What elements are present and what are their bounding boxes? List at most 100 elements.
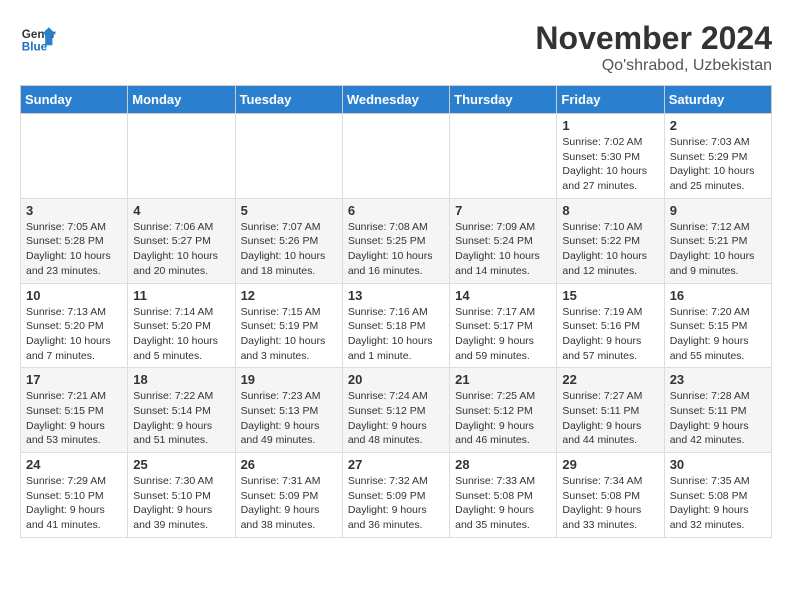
weekday-header-row: SundayMondayTuesdayWednesdayThursdayFrid…	[21, 86, 772, 114]
calendar-cell: 30 Sunrise: 7:35 AM Sunset: 5:08 PM Dayli…	[664, 453, 771, 538]
day-number: 18	[133, 372, 229, 387]
day-number: 25	[133, 457, 229, 472]
calendar-cell: 21Sunrise: 7:25 AM Sunset: 5:12 PM Dayli…	[450, 368, 557, 453]
calendar-week-1: 1Sunrise: 7:02 AM Sunset: 5:30 PM Daylig…	[21, 114, 772, 199]
day-number: 3	[26, 203, 122, 218]
day-info: Sunrise: 7:03 AM Sunset: 5:29 PM Dayligh…	[670, 135, 766, 194]
calendar-cell: 16 Sunrise: 7:20 AM Sunset: 5:15 PM Dayli…	[664, 283, 771, 368]
calendar-cell: 23 Sunrise: 7:28 AM Sunset: 5:11 PM Dayli…	[664, 368, 771, 453]
calendar-cell: 1Sunrise: 7:02 AM Sunset: 5:30 PM Daylig…	[557, 114, 664, 199]
calendar-cell: 2 Sunrise: 7:03 AM Sunset: 5:29 PM Daylig…	[664, 114, 771, 199]
day-number: 11	[133, 288, 229, 303]
weekday-saturday: Saturday	[664, 86, 771, 114]
day-info: Sunrise: 7:05 AM Sunset: 5:28 PM Dayligh…	[26, 220, 122, 279]
day-info: Sunrise: 7:24 AM Sunset: 5:12 PM Dayligh…	[348, 389, 444, 448]
calendar-cell	[342, 114, 449, 199]
calendar-cell	[235, 114, 342, 199]
calendar-cell: 20Sunrise: 7:24 AM Sunset: 5:12 PM Dayli…	[342, 368, 449, 453]
day-info: Sunrise: 7:30 AM Sunset: 5:10 PM Dayligh…	[133, 474, 229, 533]
day-number: 24	[26, 457, 122, 472]
day-number: 22	[562, 372, 658, 387]
day-number: 16	[670, 288, 766, 303]
day-number: 14	[455, 288, 551, 303]
calendar-cell: 5 Sunrise: 7:07 AM Sunset: 5:26 PM Daylig…	[235, 198, 342, 283]
day-info: Sunrise: 7:32 AM Sunset: 5:09 PM Dayligh…	[348, 474, 444, 533]
calendar-table: SundayMondayTuesdayWednesdayThursdayFrid…	[20, 85, 772, 538]
day-info: Sunrise: 7:34 AM Sunset: 5:08 PM Dayligh…	[562, 474, 658, 533]
day-number: 1	[562, 118, 658, 133]
day-info: Sunrise: 7:09 AM Sunset: 5:24 PM Dayligh…	[455, 220, 551, 279]
day-number: 23	[670, 372, 766, 387]
day-number: 17	[26, 372, 122, 387]
calendar-cell: 7Sunrise: 7:09 AM Sunset: 5:24 PM Daylig…	[450, 198, 557, 283]
calendar-cell	[450, 114, 557, 199]
day-info: Sunrise: 7:27 AM Sunset: 5:11 PM Dayligh…	[562, 389, 658, 448]
day-number: 15	[562, 288, 658, 303]
day-number: 29	[562, 457, 658, 472]
calendar-cell: 17 Sunrise: 7:21 AM Sunset: 5:15 PM Dayli…	[21, 368, 128, 453]
weekday-tuesday: Tuesday	[235, 86, 342, 114]
day-info: Sunrise: 7:28 AM Sunset: 5:11 PM Dayligh…	[670, 389, 766, 448]
day-info: Sunrise: 7:15 AM Sunset: 5:19 PM Dayligh…	[241, 305, 337, 364]
day-number: 19	[241, 372, 337, 387]
day-info: Sunrise: 7:31 AM Sunset: 5:09 PM Dayligh…	[241, 474, 337, 533]
calendar-cell: 10 Sunrise: 7:13 AM Sunset: 5:20 PM Dayli…	[21, 283, 128, 368]
day-info: Sunrise: 7:12 AM Sunset: 5:21 PM Dayligh…	[670, 220, 766, 279]
day-info: Sunrise: 7:33 AM Sunset: 5:08 PM Dayligh…	[455, 474, 551, 533]
calendar-cell: 18Sunrise: 7:22 AM Sunset: 5:14 PM Dayli…	[128, 368, 235, 453]
day-info: Sunrise: 7:21 AM Sunset: 5:15 PM Dayligh…	[26, 389, 122, 448]
day-number: 5	[241, 203, 337, 218]
day-number: 30	[670, 457, 766, 472]
day-info: Sunrise: 7:35 AM Sunset: 5:08 PM Dayligh…	[670, 474, 766, 533]
day-info: Sunrise: 7:19 AM Sunset: 5:16 PM Dayligh…	[562, 305, 658, 364]
page-header: General Blue November 2024 Qo'shrabod, U…	[20, 20, 772, 75]
day-number: 9	[670, 203, 766, 218]
weekday-monday: Monday	[128, 86, 235, 114]
logo: General Blue	[20, 20, 56, 56]
day-number: 10	[26, 288, 122, 303]
calendar-cell: 13 Sunrise: 7:16 AM Sunset: 5:18 PM Dayli…	[342, 283, 449, 368]
day-info: Sunrise: 7:20 AM Sunset: 5:15 PM Dayligh…	[670, 305, 766, 364]
calendar-week-3: 10 Sunrise: 7:13 AM Sunset: 5:20 PM Dayli…	[21, 283, 772, 368]
calendar-cell: 9 Sunrise: 7:12 AM Sunset: 5:21 PM Daylig…	[664, 198, 771, 283]
calendar-cell: 29 Sunrise: 7:34 AM Sunset: 5:08 PM Dayli…	[557, 453, 664, 538]
calendar-week-2: 3 Sunrise: 7:05 AM Sunset: 5:28 PM Daylig…	[21, 198, 772, 283]
day-info: Sunrise: 7:29 AM Sunset: 5:10 PM Dayligh…	[26, 474, 122, 533]
day-number: 27	[348, 457, 444, 472]
day-info: Sunrise: 7:17 AM Sunset: 5:17 PM Dayligh…	[455, 305, 551, 364]
day-number: 2	[670, 118, 766, 133]
day-info: Sunrise: 7:16 AM Sunset: 5:18 PM Dayligh…	[348, 305, 444, 364]
location: Qo'shrabod, Uzbekistan	[535, 57, 772, 75]
calendar-cell: 28 Sunrise: 7:33 AM Sunset: 5:08 PM Dayli…	[450, 453, 557, 538]
calendar-cell: 11 Sunrise: 7:14 AM Sunset: 5:20 PM Dayli…	[128, 283, 235, 368]
calendar-cell: 14 Sunrise: 7:17 AM Sunset: 5:17 PM Dayli…	[450, 283, 557, 368]
calendar-week-4: 17 Sunrise: 7:21 AM Sunset: 5:15 PM Dayli…	[21, 368, 772, 453]
calendar-cell: 19 Sunrise: 7:23 AM Sunset: 5:13 PM Dayli…	[235, 368, 342, 453]
day-number: 13	[348, 288, 444, 303]
calendar-cell: 24 Sunrise: 7:29 AM Sunset: 5:10 PM Dayli…	[21, 453, 128, 538]
calendar-cell	[21, 114, 128, 199]
day-number: 6	[348, 203, 444, 218]
day-info: Sunrise: 7:23 AM Sunset: 5:13 PM Dayligh…	[241, 389, 337, 448]
weekday-friday: Friday	[557, 86, 664, 114]
day-info: Sunrise: 7:14 AM Sunset: 5:20 PM Dayligh…	[133, 305, 229, 364]
calendar-cell: 25 Sunrise: 7:30 AM Sunset: 5:10 PM Dayli…	[128, 453, 235, 538]
day-info: Sunrise: 7:13 AM Sunset: 5:20 PM Dayligh…	[26, 305, 122, 364]
calendar-cell: 4Sunrise: 7:06 AM Sunset: 5:27 PM Daylig…	[128, 198, 235, 283]
calendar-week-5: 24 Sunrise: 7:29 AM Sunset: 5:10 PM Dayli…	[21, 453, 772, 538]
weekday-thursday: Thursday	[450, 86, 557, 114]
day-number: 4	[133, 203, 229, 218]
day-info: Sunrise: 7:25 AM Sunset: 5:12 PM Dayligh…	[455, 389, 551, 448]
calendar-cell: 8Sunrise: 7:10 AM Sunset: 5:22 PM Daylig…	[557, 198, 664, 283]
day-info: Sunrise: 7:07 AM Sunset: 5:26 PM Dayligh…	[241, 220, 337, 279]
day-info: Sunrise: 7:10 AM Sunset: 5:22 PM Dayligh…	[562, 220, 658, 279]
calendar-cell	[128, 114, 235, 199]
weekday-wednesday: Wednesday	[342, 86, 449, 114]
calendar-cell: 15 Sunrise: 7:19 AM Sunset: 5:16 PM Dayli…	[557, 283, 664, 368]
day-number: 26	[241, 457, 337, 472]
month-title: November 2024	[535, 20, 772, 57]
title-block: November 2024 Qo'shrabod, Uzbekistan	[535, 20, 772, 75]
calendar-body: 1Sunrise: 7:02 AM Sunset: 5:30 PM Daylig…	[21, 114, 772, 538]
calendar-cell: 27 Sunrise: 7:32 AM Sunset: 5:09 PM Dayli…	[342, 453, 449, 538]
day-number: 28	[455, 457, 551, 472]
